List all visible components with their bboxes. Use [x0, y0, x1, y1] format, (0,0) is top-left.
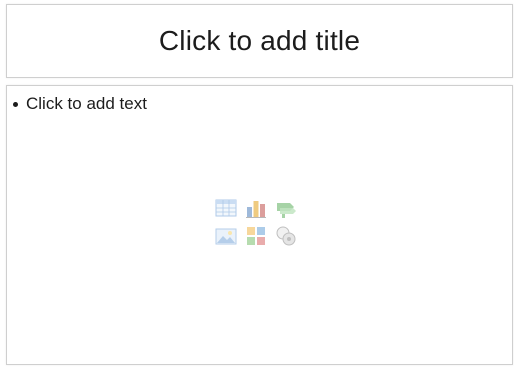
- content-placeholder[interactable]: Click to add text: [6, 85, 513, 365]
- insert-picture-icon[interactable]: [213, 223, 239, 249]
- title-placeholder-text: Click to add title: [158, 25, 361, 56]
- bullet-dot: [13, 101, 18, 107]
- content-bullet-row: Click to add text: [13, 94, 147, 114]
- insert-content-icon-grid: [213, 195, 299, 249]
- content-placeholder-text: Click to add text: [26, 94, 147, 113]
- insert-clip-art-icon[interactable]: [243, 223, 269, 249]
- insert-chart-icon[interactable]: [243, 195, 269, 221]
- insert-table-icon[interactable]: [213, 195, 239, 221]
- insert-media-clip-icon[interactable]: [273, 223, 299, 249]
- insert-smartart-icon[interactable]: [273, 195, 299, 221]
- title-placeholder[interactable]: Click to add title: [6, 4, 513, 78]
